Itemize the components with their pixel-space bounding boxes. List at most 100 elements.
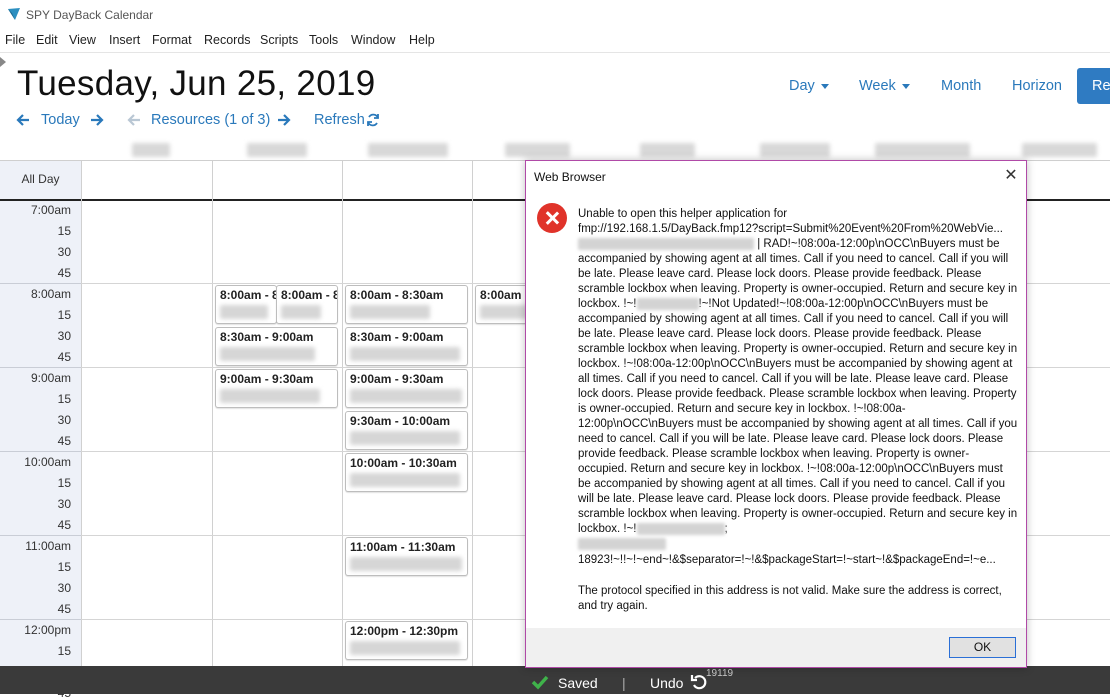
resources-button[interactable]: Resources (1 of 3) [151, 112, 270, 128]
time-label: 45 [57, 518, 71, 532]
event-time: 10:00am - 10:30am [350, 456, 457, 470]
ok-button[interactable]: OK [949, 637, 1016, 658]
view-resources-label: Re [1092, 78, 1110, 94]
resource-header-blurred [368, 143, 448, 157]
refresh-button[interactable]: Refresh [314, 112, 365, 128]
dayback-icon [8, 8, 20, 20]
redacted-text [578, 537, 666, 550]
dialog-payload-end: 18923!~!!~!~end~!&$separator=!~!&$packag… [578, 554, 996, 566]
time-label: 15 [57, 392, 71, 406]
view-week-dropdown[interactable]: Week [859, 78, 910, 94]
status-bar [0, 666, 1110, 694]
redacted-text [578, 237, 754, 250]
time-label: 7:00am [30, 203, 71, 217]
calendar-event[interactable]: 8:30am - 9:00am [215, 327, 338, 366]
time-label: 45 [57, 434, 71, 448]
menu-view[interactable]: View [69, 33, 96, 47]
chevron-down-icon [820, 83, 829, 89]
menu-edit[interactable]: Edit [36, 33, 58, 47]
sidebar-toggle-icon[interactable] [0, 57, 6, 67]
view-day-label: Day [789, 78, 815, 94]
refresh-icon[interactable] [366, 113, 380, 127]
menu-tools[interactable]: Tools [309, 33, 338, 47]
today-button[interactable]: Today [41, 112, 80, 128]
column-divider [472, 161, 473, 694]
event-title-blurred [220, 389, 320, 403]
time-label: 15 [57, 308, 71, 322]
prev-resources-arrow-icon[interactable] [127, 113, 141, 127]
view-day-dropdown[interactable]: Day [789, 78, 829, 94]
calendar-event[interactable]: 9:30am - 10:00am [345, 411, 468, 450]
menu-bar: File Edit View Insert Format Records Scr… [0, 30, 1110, 50]
time-label: 9:00am [30, 371, 71, 385]
time-label: 15 [57, 224, 71, 238]
view-week-label: Week [859, 78, 896, 94]
event-title-blurred [350, 305, 430, 319]
calendar-event[interactable]: 12:00pm - 12:30pm [345, 621, 468, 660]
redacted-text [636, 297, 699, 310]
resource-header-blurred [132, 143, 170, 157]
hour-line [0, 451, 81, 452]
resource-header-blurred [760, 143, 830, 157]
menu-scripts[interactable]: Scripts [260, 33, 298, 47]
event-time: 11:00am - 11:30am [350, 540, 456, 554]
prev-day-arrow-icon[interactable] [16, 113, 30, 127]
payload-segment: !~!Not Updated!~!08:00a-12:00p\nOCC\nBuy… [578, 298, 1018, 535]
menu-window[interactable]: Window [351, 33, 395, 47]
calendar-event[interactable]: 9:00am - 9:30am [215, 369, 338, 408]
calendar-event[interactable]: 9:00am - 9:30am [345, 369, 468, 408]
view-horizon-button[interactable]: Horizon [1012, 78, 1062, 94]
menu-file[interactable]: File [5, 33, 25, 47]
calendar-event[interactable]: 8:30am - 9:00am [345, 327, 468, 366]
time-label: 15 [57, 560, 71, 574]
status-separator: | [622, 675, 626, 691]
close-icon[interactable]: ✕ [1000, 165, 1022, 187]
menu-format[interactable]: Format [152, 33, 192, 47]
undo-button[interactable]: Undo [650, 675, 683, 691]
window-title: SPY DayBack Calendar [26, 8, 154, 22]
calendar-event[interactable]: 8:00am - 8:30am [215, 285, 277, 324]
title-bar [0, 0, 1110, 30]
time-label: 30 [57, 413, 71, 427]
saved-status: Saved [558, 675, 598, 691]
payload-segment: ; [724, 523, 728, 535]
time-label: 30 [57, 497, 71, 511]
time-label: 30 [57, 329, 71, 343]
column-divider [342, 161, 343, 694]
next-resources-arrow-icon[interactable] [277, 113, 291, 127]
dialog-message: Unable to open this helper application f… [578, 207, 1018, 614]
time-label: 30 [57, 581, 71, 595]
web-browser-dialog: Web Browser ✕ Unable to open this helper… [525, 160, 1027, 668]
menu-insert[interactable]: Insert [109, 33, 140, 47]
event-title-blurred [350, 431, 460, 445]
menu-records[interactable]: Records [204, 33, 251, 47]
event-title-blurred [350, 641, 460, 655]
event-time: 8:30am - 9:00am [350, 330, 444, 344]
time-label: 10:00am [24, 455, 71, 469]
next-day-arrow-icon[interactable] [90, 113, 104, 127]
view-month-button[interactable]: Month [941, 78, 981, 94]
menu-help[interactable]: Help [409, 33, 435, 47]
calendar-event[interactable]: 11:00am - 11:30am [345, 537, 468, 576]
dialog-url: fmp://192.168.1.5/DayBack.fmp12?script=S… [578, 223, 1003, 235]
calendar-event[interactable]: 8:00am - 8:30am [276, 285, 338, 324]
dialog-payload-redacted [578, 537, 1018, 552]
error-icon [537, 203, 567, 233]
event-title-blurred [350, 473, 460, 487]
dialog-payload: | RAD!~!08:00a-12:00p\nOCC\nBuyers must … [578, 237, 1018, 537]
event-title-blurred [350, 557, 462, 571]
calendar-event[interactable]: 8:00am - 8:30am [345, 285, 468, 324]
time-label: 45 [57, 602, 71, 616]
time-label: 45 [57, 266, 71, 280]
time-label: 15 [57, 476, 71, 490]
view-resources-button[interactable]: Re [1077, 68, 1110, 104]
event-title-blurred [220, 305, 268, 319]
redacted-text [636, 522, 725, 535]
event-title-blurred [281, 305, 321, 319]
calendar-event[interactable]: 10:00am - 10:30am [345, 453, 468, 492]
hour-line [0, 619, 81, 620]
time-label: 11:00am [25, 539, 71, 553]
resource-header-blurred [875, 143, 970, 157]
event-title-blurred [350, 347, 460, 361]
all-day-label: All Day [21, 172, 60, 186]
